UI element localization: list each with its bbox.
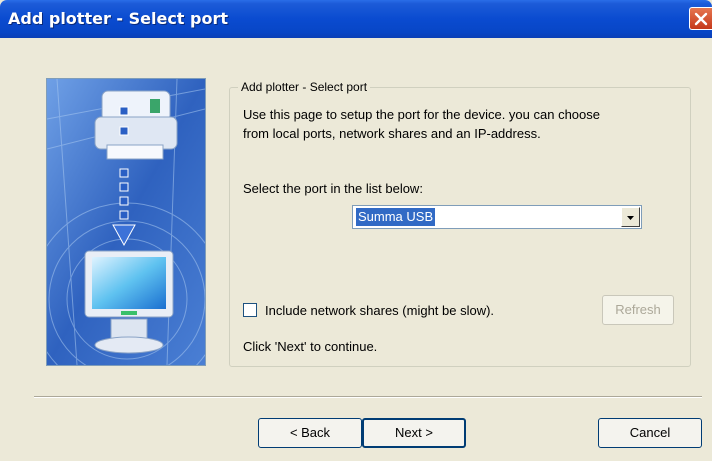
- title-bar[interactable]: Add plotter - Select port: [0, 0, 712, 38]
- add-plotter-dialog: Add plotter - Select port Add plotter - …: [0, 0, 712, 461]
- port-prompt: Select the port in the list below:: [243, 181, 423, 196]
- back-label: < Back: [289, 425, 331, 440]
- refresh-button[interactable]: Refresh: [602, 295, 674, 325]
- include-network-shares-checkbox[interactable]: [243, 303, 257, 317]
- cancel-label: Cancel: [629, 425, 671, 440]
- refresh-label: Refresh: [615, 302, 661, 317]
- port-selected-value: Summa USB: [354, 207, 437, 227]
- close-button[interactable]: [689, 7, 712, 30]
- description-line-2: from local ports, network shares and an …: [243, 126, 541, 141]
- port-dropdown[interactable]: Summa USB: [352, 205, 642, 229]
- next-label: Next >: [395, 425, 433, 440]
- cancel-button[interactable]: Cancel: [598, 418, 702, 448]
- group-legend: Add plotter - Select port: [238, 80, 371, 94]
- continue-hint: Click 'Next' to continue.: [243, 339, 378, 354]
- plotter-to-computer-illustration-icon: [47, 79, 205, 365]
- chevron-down-icon: [627, 216, 634, 220]
- include-network-shares-label[interactable]: Include network shares (might be slow).: [265, 303, 494, 318]
- close-icon: [694, 12, 708, 26]
- description-line-1: Use this page to setup the port for the …: [243, 107, 600, 122]
- wizard-illustration: [46, 78, 206, 366]
- window-title: Add plotter - Select port: [8, 9, 229, 28]
- port-dropdown-button[interactable]: [621, 207, 640, 227]
- footer-divider: [34, 396, 702, 398]
- next-button[interactable]: Next >: [362, 418, 466, 448]
- back-button[interactable]: < Back: [258, 418, 362, 448]
